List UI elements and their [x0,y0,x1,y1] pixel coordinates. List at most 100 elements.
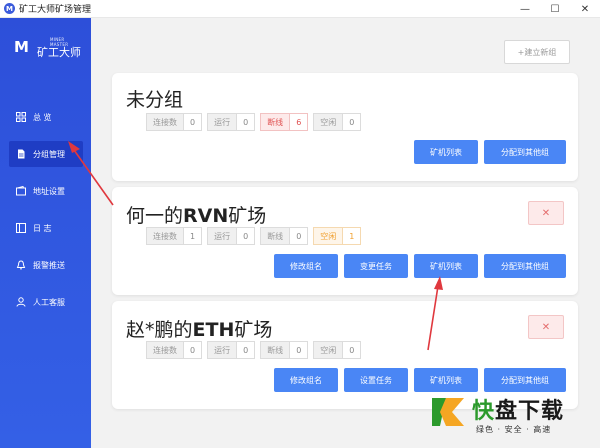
group-name: 赵*鹏的ETH矿场 [126,315,272,342]
stat-running: 运行 0 [207,113,256,131]
stat-offline: 断线 6 [260,113,309,131]
sidebar-item-label: 报警推送 [33,260,65,270]
stat-value: 1 [184,228,202,244]
group-name: 未分组 [126,89,184,111]
stat-value: 0 [237,342,255,358]
sidebar: M MINER MASTER 矿工大师 总 览 分组管理 地址设置 日 志 报警… [0,18,91,448]
stat-value: 0 [290,342,308,358]
sidebar-item-overview[interactable]: 总 览 [9,104,83,130]
stat-value: 0 [184,114,202,130]
logo-mark: M [14,38,29,56]
app-icon: M [4,3,15,14]
stat-label: 空闲 [314,228,344,244]
stat-running: 运行 0 [207,341,256,359]
stat-value: 0 [343,114,361,130]
stat-label: 运行 [208,342,238,358]
stat-value: 0 [237,114,255,130]
sidebar-item-label: 地址设置 [33,186,65,196]
stat-label: 空闲 [314,342,344,358]
group-name-prefix: 赵*鹏的 [126,319,193,341]
stat-offline: 断线 0 [260,341,309,359]
stat-label: 断线 [261,114,291,130]
stat-connections: 连接数 1 [146,227,203,245]
miner-list-button[interactable]: 矿机列表 [414,368,478,392]
rename-group-button[interactable]: 修改组名 [274,368,338,392]
group-actions: 修改组名 设置任务 矿机列表 分配到其他组 [268,368,566,392]
sidebar-item-alert-push[interactable]: 报警推送 [9,252,83,278]
sidebar-item-logs[interactable]: 日 志 [9,215,83,241]
group-name-suffix: 矿场 [228,205,267,227]
user-icon [16,297,26,307]
group-stats: 连接数 1 运行 0 断线 0 空闲 1 [146,227,366,245]
stat-offline: 断线 0 [260,227,309,245]
create-group-button[interactable]: +建立新组 [504,40,570,64]
stat-label: 运行 [208,114,238,130]
maximize-button[interactable]: ☐ [540,0,570,18]
assign-to-other-group-button[interactable]: 分配到其他组 [484,254,566,278]
miner-list-button[interactable]: 矿机列表 [414,254,478,278]
stat-label: 连接数 [147,342,184,358]
group-card: 何一的RVN矿场 ✕ 连接数 1 运行 0 断线 0 空闲 1 修改组名 变更任务 矿机… [112,187,578,295]
sidebar-nav: 总 览 分组管理 地址设置 日 志 报警推送 人工客服 [0,104,91,326]
stat-value: 0 [184,342,202,358]
watermark-brand-green: 快 [472,399,496,424]
group-actions: 修改组名 变更任务 矿机列表 分配到其他组 [268,254,566,278]
log-icon [16,223,26,233]
stat-value: 0 [290,228,308,244]
group-stats: 连接数 0 运行 0 断线 6 空闲 0 [146,113,366,131]
stat-value: 1 [343,228,361,244]
stat-label: 断线 [261,342,291,358]
wallet-icon [16,186,26,196]
title-bar: M 矿工大师矿场管理 — ☐ ✕ [0,0,600,18]
watermark-slogan: 绿色 · 安全 · 高速 [476,425,552,434]
assign-to-other-group-button[interactable]: 分配到其他组 [484,140,566,164]
stat-running: 运行 0 [207,227,256,245]
stat-connections: 连接数 0 [146,113,203,131]
sidebar-item-label: 人工客服 [33,297,65,307]
watermark-logo-icon [432,398,464,426]
sidebar-item-label: 总 览 [33,112,52,122]
change-task-button[interactable]: 变更任务 [344,254,408,278]
logo-name: 矿工大师 [37,46,81,59]
sidebar-item-label: 日 志 [33,223,52,233]
sidebar-item-customer-service[interactable]: 人工客服 [9,289,83,315]
stat-idle: 空闲 0 [313,341,362,359]
bell-icon [16,260,26,270]
group-name: 何一的RVN矿场 [126,201,266,228]
sidebar-item-address-settings[interactable]: 地址设置 [9,178,83,204]
stat-value: 0 [343,342,361,358]
minimize-button[interactable]: — [510,0,540,18]
sidebar-item-group-management[interactable]: 分组管理 [9,141,83,167]
main-content: +建立新组 未分组 连接数 0 运行 0 断线 6 空闲 0 矿机列表 分配到其他组 何… [91,18,600,448]
group-card: 未分组 连接数 0 运行 0 断线 6 空闲 0 矿机列表 分配到其他组 [112,73,578,181]
window-title: 矿工大师矿场管理 [19,5,92,15]
stat-idle: 空闲 0 [313,113,362,131]
stat-connections: 连接数 0 [146,341,203,359]
set-task-button[interactable]: 设置任务 [344,368,408,392]
group-actions: 矿机列表 分配到其他组 [408,140,566,164]
watermark-brand: 快盘下载 [472,393,564,425]
stat-value: 0 [237,228,255,244]
close-button[interactable]: ✕ [570,0,600,18]
delete-group-button[interactable]: ✕ [528,315,564,339]
stat-value: 6 [290,114,308,130]
logo: M MINER MASTER 矿工大师 [10,32,82,62]
window-controls: — ☐ ✕ [510,0,600,18]
watermark-brand-rest: 盘下载 [495,399,565,424]
stat-label: 连接数 [147,114,184,130]
stat-label: 连接数 [147,228,184,244]
stat-label: 断线 [261,228,291,244]
stat-label: 运行 [208,228,238,244]
sidebar-item-label: 分组管理 [33,149,65,159]
delete-group-button[interactable]: ✕ [528,201,564,225]
document-icon [16,149,26,159]
grid-icon [16,112,26,122]
assign-to-other-group-button[interactable]: 分配到其他组 [484,368,566,392]
rename-group-button[interactable]: 修改组名 [274,254,338,278]
group-name-prefix: 何一的 [126,205,184,227]
group-name-coin: RVN [183,205,229,227]
miner-list-button[interactable]: 矿机列表 [414,140,478,164]
stat-label: 空闲 [314,114,344,130]
group-name-suffix: 矿场 [234,319,273,341]
stat-idle: 空闲 1 [313,227,362,245]
